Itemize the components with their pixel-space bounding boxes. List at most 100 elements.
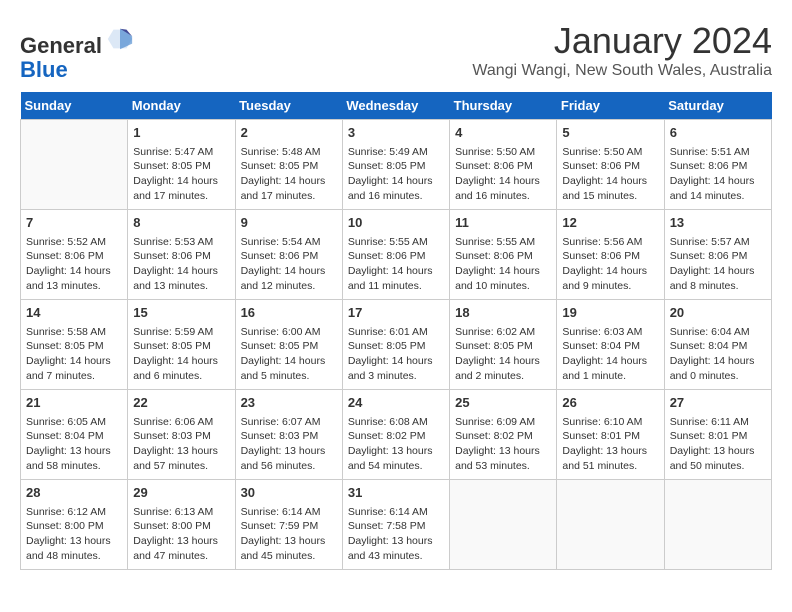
- calendar-day: 10 Sunrise: 5:55 AMSunset: 8:06 PMDayligh…: [342, 210, 449, 300]
- calendar-day: [450, 480, 557, 570]
- calendar-week-2: 7 Sunrise: 5:52 AMSunset: 8:06 PMDaylight…: [21, 210, 772, 300]
- weekday-header-thursday: Thursday: [450, 92, 557, 120]
- day-number: 24: [348, 394, 444, 412]
- weekday-header-sunday: Sunday: [21, 92, 128, 120]
- day-info: Sunrise: 5:53 AMSunset: 8:06 PMDaylight:…: [133, 235, 229, 294]
- calendar-day: 19Sunrise: 6:03 AMSunset: 8:04 PMDayligh…: [557, 300, 664, 390]
- calendar-body: 1 Sunrise: 5:47 AMSunset: 8:05 PMDaylight…: [21, 120, 772, 570]
- day-number: 13: [670, 214, 766, 232]
- day-number: 17: [348, 304, 444, 322]
- calendar-day: 11Sunrise: 5:55 AMSunset: 8:06 PMDayligh…: [450, 210, 557, 300]
- day-info: Sunrise: 6:08 AMSunset: 8:02 PMDaylight:…: [348, 415, 444, 474]
- calendar-day: 15Sunrise: 5:59 AMSunset: 8:05 PMDayligh…: [128, 300, 235, 390]
- calendar-day: 16 Sunrise: 6:00 AMSunset: 8:05 PMDayligh…: [235, 300, 342, 390]
- calendar-day: 14Sunrise: 5:58 AMSunset: 8:05 PMDayligh…: [21, 300, 128, 390]
- calendar-week-5: 28 Sunrise: 6:12 AMSunset: 8:00 PMDayligh…: [21, 480, 772, 570]
- day-number: 19: [562, 304, 658, 322]
- day-info: Sunrise: 6:09 AMSunset: 8:02 PMDaylight:…: [455, 415, 551, 474]
- calendar-day: 17 Sunrise: 6:01 AMSunset: 8:05 PMDayligh…: [342, 300, 449, 390]
- calendar-day: 29Sunrise: 6:13 AMSunset: 8:00 PMDayligh…: [128, 480, 235, 570]
- day-info: Sunrise: 5:58 AMSunset: 8:05 PMDaylight:…: [26, 325, 122, 384]
- day-info: Sunrise: 6:14 AMSunset: 7:58 PMDaylight:…: [348, 505, 444, 564]
- day-number: 30: [241, 484, 337, 502]
- day-info: Sunrise: 6:00 AMSunset: 8:05 PMDaylight:…: [241, 325, 337, 384]
- day-info: Sunrise: 5:54 AMSunset: 8:06 PMDaylight:…: [241, 235, 337, 294]
- calendar-day: 9 Sunrise: 5:54 AMSunset: 8:06 PMDaylight…: [235, 210, 342, 300]
- calendar-table: SundayMondayTuesdayWednesdayThursdayFrid…: [20, 92, 772, 570]
- day-number: 23: [241, 394, 337, 412]
- day-info: Sunrise: 6:01 AMSunset: 8:05 PMDaylight:…: [348, 325, 444, 384]
- day-number: 25: [455, 394, 551, 412]
- calendar-day: 5 Sunrise: 5:50 AMSunset: 8:06 PMDaylight…: [557, 120, 664, 210]
- calendar-day: 18 Sunrise: 6:02 AMSunset: 8:05 PMDayligh…: [450, 300, 557, 390]
- day-number: 1: [133, 124, 229, 142]
- day-info: Sunrise: 5:56 AMSunset: 8:06 PMDaylight:…: [562, 235, 658, 294]
- weekday-header-wednesday: Wednesday: [342, 92, 449, 120]
- calendar-day: 1 Sunrise: 5:47 AMSunset: 8:05 PMDaylight…: [128, 120, 235, 210]
- calendar-day: 22Sunrise: 6:06 AMSunset: 8:03 PMDayligh…: [128, 390, 235, 480]
- calendar-day: 23 Sunrise: 6:07 AMSunset: 8:03 PMDayligh…: [235, 390, 342, 480]
- day-info: Sunrise: 6:05 AMSunset: 8:04 PMDaylight:…: [26, 415, 122, 474]
- calendar-day: [21, 120, 128, 210]
- day-info: Sunrise: 5:47 AMSunset: 8:05 PMDaylight:…: [133, 145, 229, 204]
- day-info: Sunrise: 5:59 AMSunset: 8:05 PMDaylight:…: [133, 325, 229, 384]
- day-info: Sunrise: 5:49 AMSunset: 8:05 PMDaylight:…: [348, 145, 444, 204]
- day-number: 16: [241, 304, 337, 322]
- calendar-day: 31 Sunrise: 6:14 AMSunset: 7:58 PMDayligh…: [342, 480, 449, 570]
- day-number: 6: [670, 124, 766, 142]
- day-info: Sunrise: 5:55 AMSunset: 8:06 PMDaylight:…: [348, 235, 444, 294]
- day-info: Sunrise: 5:48 AMSunset: 8:05 PMDaylight:…: [241, 145, 337, 204]
- day-number: 28: [26, 484, 122, 502]
- calendar-day: 20 Sunrise: 6:04 AMSunset: 8:04 PMDayligh…: [664, 300, 771, 390]
- weekday-header-saturday: Saturday: [664, 92, 771, 120]
- day-info: Sunrise: 6:14 AMSunset: 7:59 PMDaylight:…: [241, 505, 337, 564]
- title-block: January 2024 Wangi Wangi, New South Wale…: [472, 20, 772, 80]
- day-number: 3: [348, 124, 444, 142]
- calendar-day: 4 Sunrise: 5:50 AMSunset: 8:06 PMDaylight…: [450, 120, 557, 210]
- day-number: 26: [562, 394, 658, 412]
- calendar-day: 28 Sunrise: 6:12 AMSunset: 8:00 PMDayligh…: [21, 480, 128, 570]
- day-number: 21: [26, 394, 122, 412]
- day-number: 31: [348, 484, 444, 502]
- day-number: 20: [670, 304, 766, 322]
- day-number: 27: [670, 394, 766, 412]
- calendar-day: 6 Sunrise: 5:51 AMSunset: 8:06 PMDaylight…: [664, 120, 771, 210]
- calendar-week-1: 1 Sunrise: 5:47 AMSunset: 8:05 PMDaylight…: [21, 120, 772, 210]
- day-info: Sunrise: 6:04 AMSunset: 8:04 PMDaylight:…: [670, 325, 766, 384]
- calendar-day: 7 Sunrise: 5:52 AMSunset: 8:06 PMDaylight…: [21, 210, 128, 300]
- calendar-day: 26 Sunrise: 6:10 AMSunset: 8:01 PMDayligh…: [557, 390, 664, 480]
- day-number: 9: [241, 214, 337, 232]
- calendar-day: 13 Sunrise: 5:57 AMSunset: 8:06 PMDayligh…: [664, 210, 771, 300]
- logo: General Blue: [20, 25, 134, 82]
- location: Wangi Wangi, New South Wales, Australia: [472, 62, 772, 80]
- day-info: Sunrise: 5:51 AMSunset: 8:06 PMDaylight:…: [670, 145, 766, 204]
- day-number: 29: [133, 484, 229, 502]
- weekday-header-friday: Friday: [557, 92, 664, 120]
- day-number: 10: [348, 214, 444, 232]
- logo-blue: Blue: [20, 57, 68, 82]
- calendar-header-row: SundayMondayTuesdayWednesdayThursdayFrid…: [21, 92, 772, 120]
- day-info: Sunrise: 6:11 AMSunset: 8:01 PMDaylight:…: [670, 415, 766, 474]
- day-number: 7: [26, 214, 122, 232]
- logo-general: General: [20, 33, 102, 58]
- calendar-day: 3 Sunrise: 5:49 AMSunset: 8:05 PMDaylight…: [342, 120, 449, 210]
- day-info: Sunrise: 6:10 AMSunset: 8:01 PMDaylight:…: [562, 415, 658, 474]
- day-info: Sunrise: 5:50 AMSunset: 8:06 PMDaylight:…: [562, 145, 658, 204]
- calendar-day: [557, 480, 664, 570]
- day-info: Sunrise: 6:02 AMSunset: 8:05 PMDaylight:…: [455, 325, 551, 384]
- day-number: 8: [133, 214, 229, 232]
- day-info: Sunrise: 6:07 AMSunset: 8:03 PMDaylight:…: [241, 415, 337, 474]
- day-number: 5: [562, 124, 658, 142]
- day-number: 11: [455, 214, 551, 232]
- day-number: 4: [455, 124, 551, 142]
- calendar-day: 12Sunrise: 5:56 AMSunset: 8:06 PMDayligh…: [557, 210, 664, 300]
- calendar-week-3: 14Sunrise: 5:58 AMSunset: 8:05 PMDayligh…: [21, 300, 772, 390]
- logo-icon: [106, 25, 134, 53]
- day-number: 2: [241, 124, 337, 142]
- day-info: Sunrise: 5:52 AMSunset: 8:06 PMDaylight:…: [26, 235, 122, 294]
- day-info: Sunrise: 5:50 AMSunset: 8:06 PMDaylight:…: [455, 145, 551, 204]
- day-number: 18: [455, 304, 551, 322]
- day-info: Sunrise: 6:12 AMSunset: 8:00 PMDaylight:…: [26, 505, 122, 564]
- day-info: Sunrise: 5:57 AMSunset: 8:06 PMDaylight:…: [670, 235, 766, 294]
- calendar-day: 27 Sunrise: 6:11 AMSunset: 8:01 PMDayligh…: [664, 390, 771, 480]
